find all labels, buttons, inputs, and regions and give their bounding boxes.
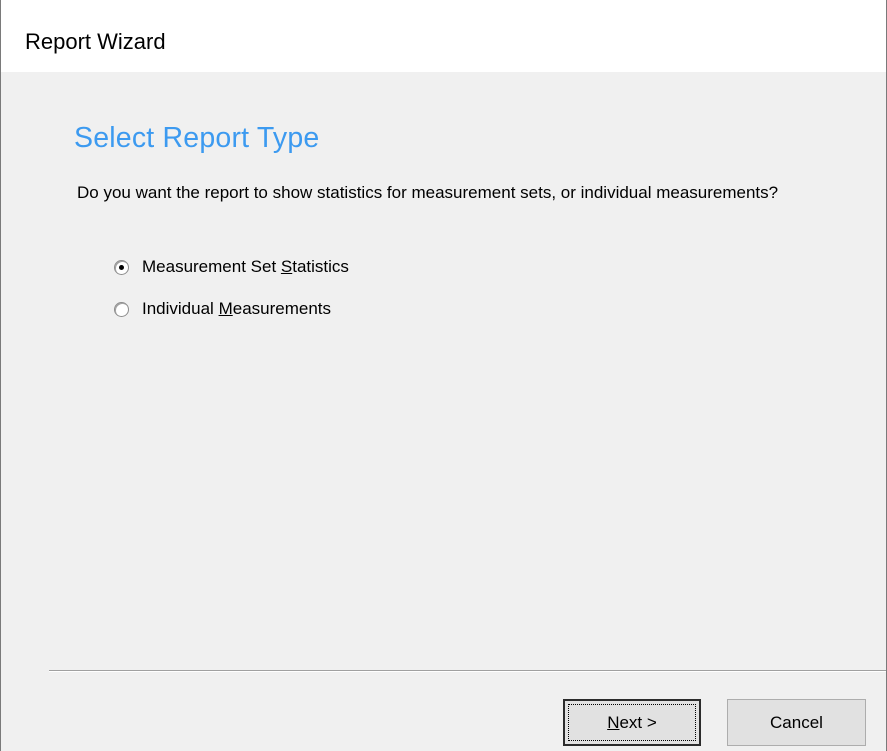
question-text: Do you want the report to show statistic… [77, 183, 779, 202]
cancel-button[interactable]: Cancel [727, 699, 866, 746]
next-button[interactable]: Next > [563, 699, 701, 746]
radio-button-icon[interactable] [114, 301, 129, 317]
radio-label[interactable]: Measurement Set Statistics [142, 257, 349, 277]
report-wizard-window: Report Wizard Select Report Type Do you … [0, 0, 887, 751]
radio-selected-dot [119, 264, 124, 270]
title-bar[interactable]: Report Wizard [1, 0, 886, 72]
radio-label[interactable]: Individual Measurements [142, 299, 331, 319]
focus-rectangle [568, 704, 696, 741]
radio-button-icon[interactable] [114, 259, 129, 275]
page-heading: Select Report Type [74, 122, 320, 154]
radio-individual-measurements[interactable]: Individual Measurements [114, 299, 331, 319]
window-title: Report Wizard [25, 29, 166, 54]
separator-line [49, 670, 886, 672]
radio-measurement-set-statistics[interactable]: Measurement Set Statistics [114, 257, 349, 277]
